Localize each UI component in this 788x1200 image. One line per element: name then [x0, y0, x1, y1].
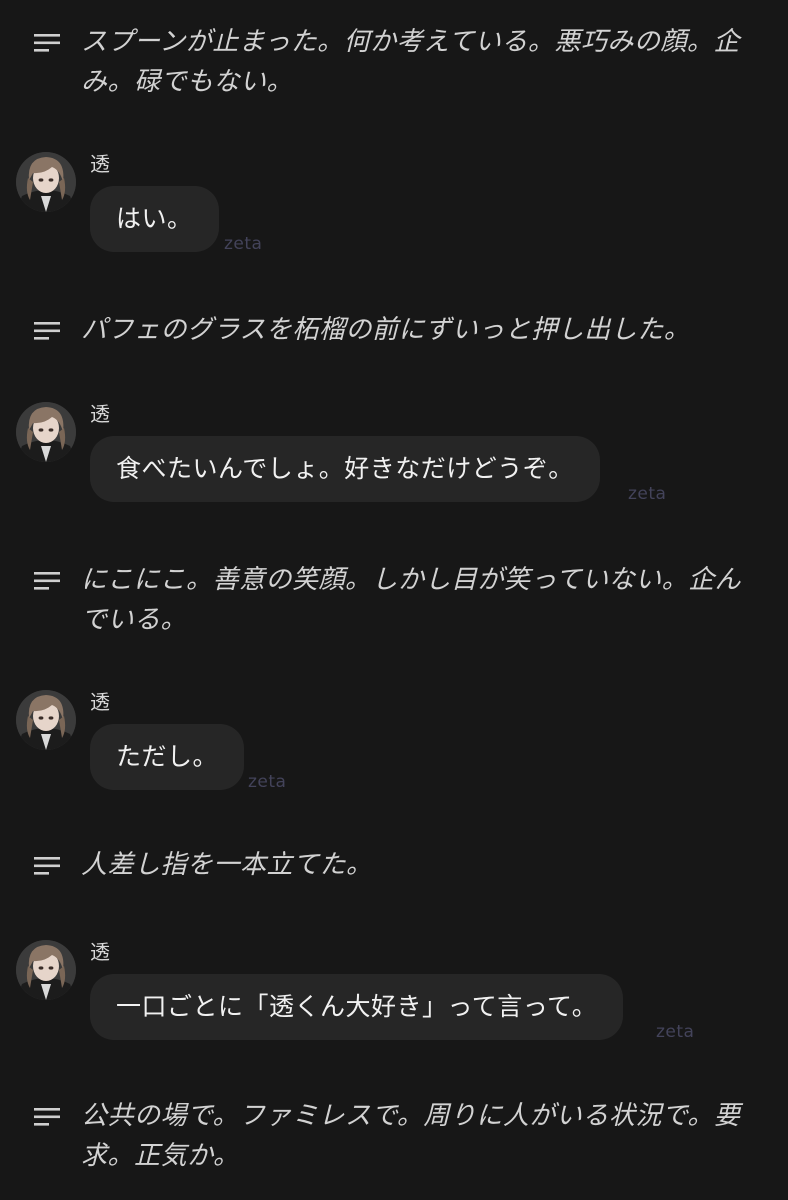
message-bubble: はい。 [90, 186, 219, 252]
text-lines-icon [34, 1108, 60, 1126]
character-avatar[interactable] [16, 690, 76, 750]
character-avatar[interactable] [16, 152, 76, 212]
text-lines-icon [34, 34, 60, 52]
chat-message: 透 はい。 zeta [16, 152, 788, 262]
narration-block: 人差し指を一本立てた。 [34, 845, 754, 885]
message-bubble: 一口ごとに「透くん大好き」って言って。 [90, 974, 624, 1040]
sender-name: 透 [90, 152, 110, 176]
character-avatar[interactable] [16, 940, 76, 1000]
zeta-watermark: zeta [248, 772, 287, 792]
text-lines-icon [34, 857, 60, 875]
sender-name: 透 [90, 402, 110, 426]
zeta-watermark: zeta [656, 1022, 695, 1042]
character-avatar[interactable] [16, 402, 76, 462]
sender-name: 透 [90, 690, 110, 714]
zeta-watermark: zeta [628, 484, 667, 504]
text-lines-icon [34, 572, 60, 590]
narration-text: スプーンが止まった。何か考えている。悪巧みの顔。企み。碌でもない。 [81, 27, 740, 97]
chat-message: 透 一口ごとに「透くん大好き」って言って。 zeta [16, 940, 788, 1050]
narration-block: 公共の場で。ファミレスで。周りに人がいる状況で。要求。正気か。 [34, 1096, 754, 1176]
narration-text: 公共の場で。ファミレスで。周りに人がいる状況で。要求。正気か。 [81, 1101, 741, 1171]
narration-text: パフェのグラスを柘榴の前にずいっと押し出した。 [81, 315, 691, 345]
message-bubble: ただし。 [90, 724, 245, 790]
narration-block: スプーンが止まった。何か考えている。悪巧みの顔。企み。碌でもない。 [34, 22, 754, 102]
text-lines-icon [34, 322, 60, 340]
narration-text: にこにこ。善意の笑顔。しかし目が笑っていない。企んでいる。 [81, 565, 742, 635]
message-bubble: 食べたいんでしょ。好きなだけどうぞ。 [90, 436, 600, 502]
chat-message: 透 食べたいんでしょ。好きなだけどうぞ。 zeta [16, 402, 788, 512]
sender-name: 透 [90, 940, 110, 964]
narration-block: パフェのグラスを柘榴の前にずいっと押し出した。 [34, 310, 754, 350]
zeta-watermark: zeta [224, 234, 263, 254]
narration-text: 人差し指を一本立てた。 [81, 850, 373, 880]
chat-message: 透 ただし。 zeta [16, 690, 788, 800]
narration-block: にこにこ。善意の笑顔。しかし目が笑っていない。企んでいる。 [34, 560, 754, 640]
